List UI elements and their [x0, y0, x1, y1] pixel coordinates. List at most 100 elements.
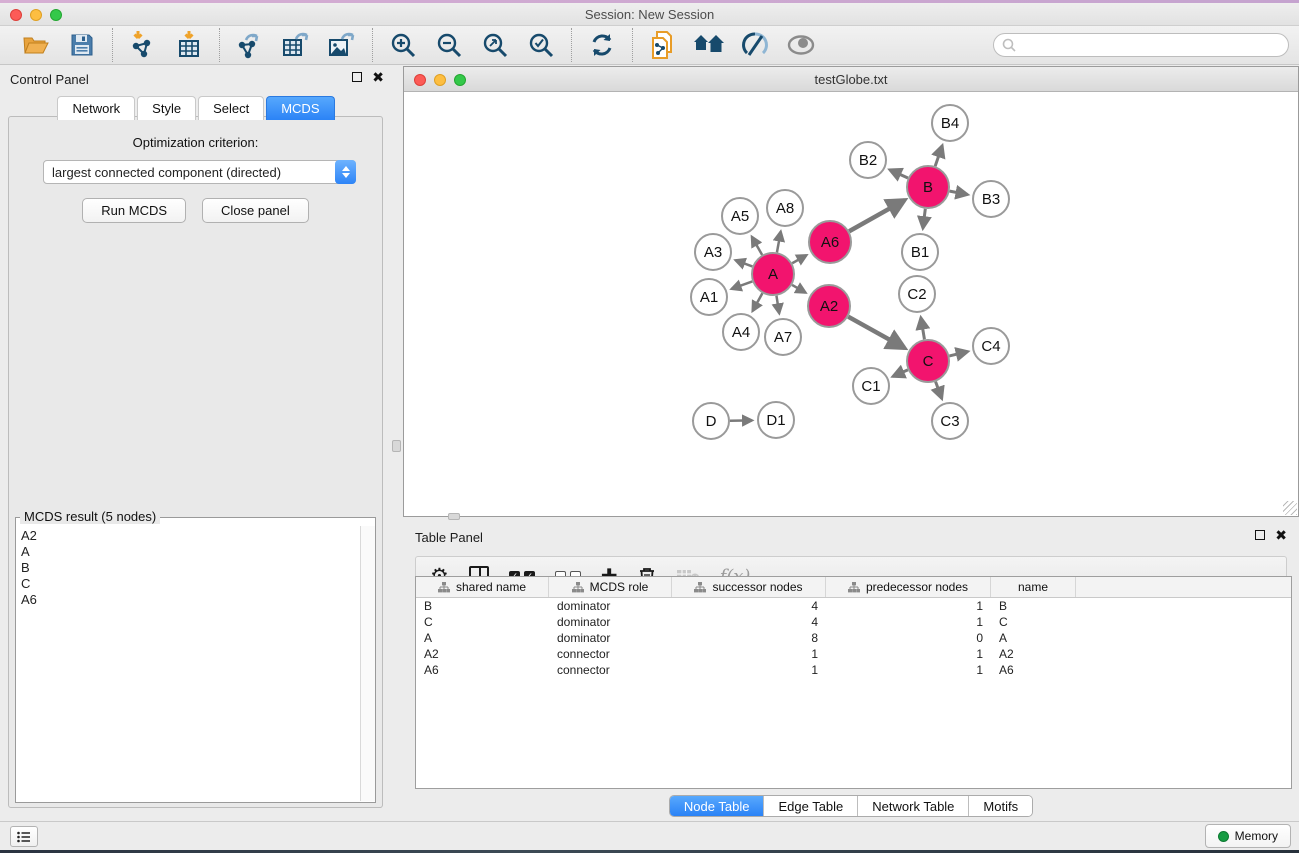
tab-select[interactable]: Select [198, 96, 264, 120]
show-graphics-eye-icon[interactable] [785, 30, 817, 60]
export-image-icon[interactable] [326, 30, 358, 60]
node-A8[interactable]: A8 [767, 190, 803, 226]
memory-button[interactable]: Memory [1205, 824, 1291, 848]
table-row[interactable]: Bdominator41B [416, 598, 1291, 614]
window-resize-grip[interactable] [1283, 501, 1297, 515]
refresh-layout-icon[interactable] [586, 30, 618, 60]
network-canvas[interactable]: B4B2BB3A5A8A6A3B1AA1C2A2A4A7C4CC1C3DD1 [404, 92, 1298, 516]
edge-A-A5[interactable] [752, 237, 762, 255]
close-panel-icon[interactable]: ✖ [372, 72, 384, 82]
cell[interactable]: dominator [549, 615, 672, 629]
node-A1[interactable]: A1 [691, 279, 727, 315]
hide-label-icon[interactable] [739, 30, 771, 60]
edge-A6-B[interactable] [849, 200, 904, 231]
cell[interactable]: 1 [826, 647, 991, 661]
import-table-icon[interactable] [173, 30, 205, 60]
zoom-in-icon[interactable] [387, 30, 419, 60]
tab-node-table[interactable]: Node Table [670, 796, 765, 816]
table-row[interactable]: Adominator80A [416, 630, 1291, 646]
run-mcds-button[interactable]: Run MCDS [82, 198, 186, 223]
import-network-icon[interactable] [127, 30, 159, 60]
edge-B-B1[interactable] [923, 209, 925, 228]
column-header-successor-nodes[interactable]: successor nodes [672, 577, 826, 597]
column-header-predecessor-nodes[interactable]: predecessor nodes [826, 577, 991, 597]
cell[interactable]: C [416, 615, 549, 629]
tab-motifs[interactable]: Motifs [969, 796, 1032, 816]
edge-A-A6[interactable] [792, 255, 806, 263]
result-item[interactable]: A [21, 544, 359, 560]
cell[interactable]: 8 [672, 631, 826, 645]
zoom-out-icon[interactable] [433, 30, 465, 60]
edge-A2-C[interactable] [848, 317, 904, 348]
edge-C-C4[interactable] [949, 352, 967, 356]
result-list-scrollbar[interactable] [360, 526, 375, 801]
task-history-button[interactable] [10, 826, 38, 847]
table-row[interactable]: A2connector11A2 [416, 646, 1291, 662]
save-session-icon[interactable] [66, 30, 98, 60]
cell[interactable]: 1 [826, 663, 991, 677]
close-table-panel-icon[interactable]: ✖ [1275, 530, 1287, 540]
cell[interactable]: connector [549, 663, 672, 677]
node-table-header[interactable]: shared nameMCDS rolesuccessor nodesprede… [416, 577, 1291, 598]
node-D[interactable]: D [693, 403, 729, 439]
network-graph[interactable]: B4B2BB3A5A8A6A3B1AA1C2A2A4A7C4CC1C3DD1 [404, 92, 1298, 516]
result-item[interactable]: C [21, 576, 359, 592]
edge-C-C2[interactable] [921, 318, 925, 340]
result-item[interactable]: B [21, 560, 359, 576]
export-table-icon[interactable] [280, 30, 312, 60]
node-C4[interactable]: C4 [973, 328, 1009, 364]
cell[interactable]: 1 [826, 599, 991, 613]
column-header-name[interactable]: name [991, 577, 1076, 597]
edge-A-A2[interactable] [792, 285, 805, 293]
node-C2[interactable]: C2 [899, 276, 935, 312]
result-item[interactable]: A6 [21, 592, 359, 608]
column-header-MCDS-role[interactable]: MCDS role [549, 577, 672, 597]
cell[interactable]: A6 [991, 663, 1076, 677]
tab-network[interactable]: Network [57, 96, 135, 120]
float-table-panel-icon[interactable] [1255, 530, 1265, 540]
tab-edge-table[interactable]: Edge Table [764, 796, 858, 816]
edge-C-C1[interactable] [893, 370, 908, 377]
zoom-fit-icon[interactable] [479, 30, 511, 60]
result-item[interactable]: A2 [21, 528, 359, 544]
edge-B-B2[interactable] [890, 170, 908, 178]
tab-style[interactable]: Style [137, 96, 196, 120]
tab-network-table[interactable]: Network Table [858, 796, 969, 816]
node-B3[interactable]: B3 [973, 181, 1009, 217]
node-B2[interactable]: B2 [850, 142, 886, 178]
clone-network-icon[interactable] [647, 30, 679, 60]
cell[interactable]: 4 [672, 599, 826, 613]
node-B[interactable]: B [907, 166, 949, 208]
node-D1[interactable]: D1 [758, 402, 794, 438]
node-C1[interactable]: C1 [853, 368, 889, 404]
cell[interactable]: A2 [991, 647, 1076, 661]
cell[interactable]: 0 [826, 631, 991, 645]
node-B4[interactable]: B4 [932, 105, 968, 141]
node-A3[interactable]: A3 [695, 234, 731, 270]
cell[interactable]: B [991, 599, 1076, 613]
zoom-selected-icon[interactable] [525, 30, 557, 60]
edge-B-B3[interactable] [950, 191, 968, 194]
tab-mcds[interactable]: MCDS [266, 96, 334, 120]
cell[interactable]: dominator [549, 599, 672, 613]
node-A5[interactable]: A5 [722, 198, 758, 234]
cell[interactable]: 1 [672, 663, 826, 677]
edge-A-A1[interactable] [732, 281, 753, 288]
edge-C-C3[interactable] [936, 382, 942, 399]
export-network-icon[interactable] [234, 30, 266, 60]
open-file-icon[interactable] [20, 30, 52, 60]
cell[interactable]: A2 [416, 647, 549, 661]
edge-B-B4[interactable] [935, 146, 942, 166]
cell[interactable]: C [991, 615, 1076, 629]
node-A[interactable]: A [752, 253, 794, 295]
node-B1[interactable]: B1 [902, 234, 938, 270]
edge-A-A3[interactable] [736, 260, 753, 266]
edge-A-A8[interactable] [777, 232, 781, 253]
node-C[interactable]: C [907, 340, 949, 382]
table-row[interactable]: Cdominator41C [416, 614, 1291, 630]
cell[interactable]: B [416, 599, 549, 613]
cell[interactable]: A6 [416, 663, 549, 677]
node-table[interactable]: shared nameMCDS rolesuccessor nodesprede… [415, 576, 1292, 789]
node-A2[interactable]: A2 [808, 285, 850, 327]
criterion-dropdown[interactable]: largest connected component (directed) [43, 160, 356, 184]
